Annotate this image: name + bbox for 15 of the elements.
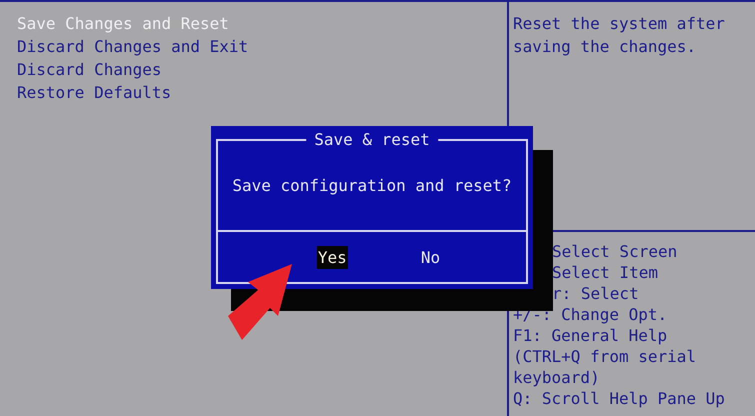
key-help-text: r: Select xyxy=(551,283,640,304)
dialog-button[interactable]: No xyxy=(420,246,442,268)
key-help-text: F1: General Help xyxy=(513,325,668,346)
dialog-button[interactable]: Yes xyxy=(316,246,348,268)
menu-item[interactable]: Discard Changes and Exit xyxy=(17,35,248,58)
menu-item[interactable]: Discard Changes xyxy=(17,58,162,81)
menu-item[interactable]: Restore Defaults xyxy=(17,81,172,104)
key-help-text: Select Item xyxy=(551,262,659,283)
help-text: saving the changes. xyxy=(513,36,698,58)
help-text: Reset the system after xyxy=(513,13,726,35)
key-help-text: Q: Scroll Help Pane Up xyxy=(513,388,726,409)
key-help-text: Select Screen xyxy=(551,241,678,262)
dialog-message: Save configuration and reset? xyxy=(232,175,512,197)
key-help-text: keyboard) xyxy=(513,367,601,388)
key-help-text: (CTRL+Q from serial xyxy=(513,346,698,367)
